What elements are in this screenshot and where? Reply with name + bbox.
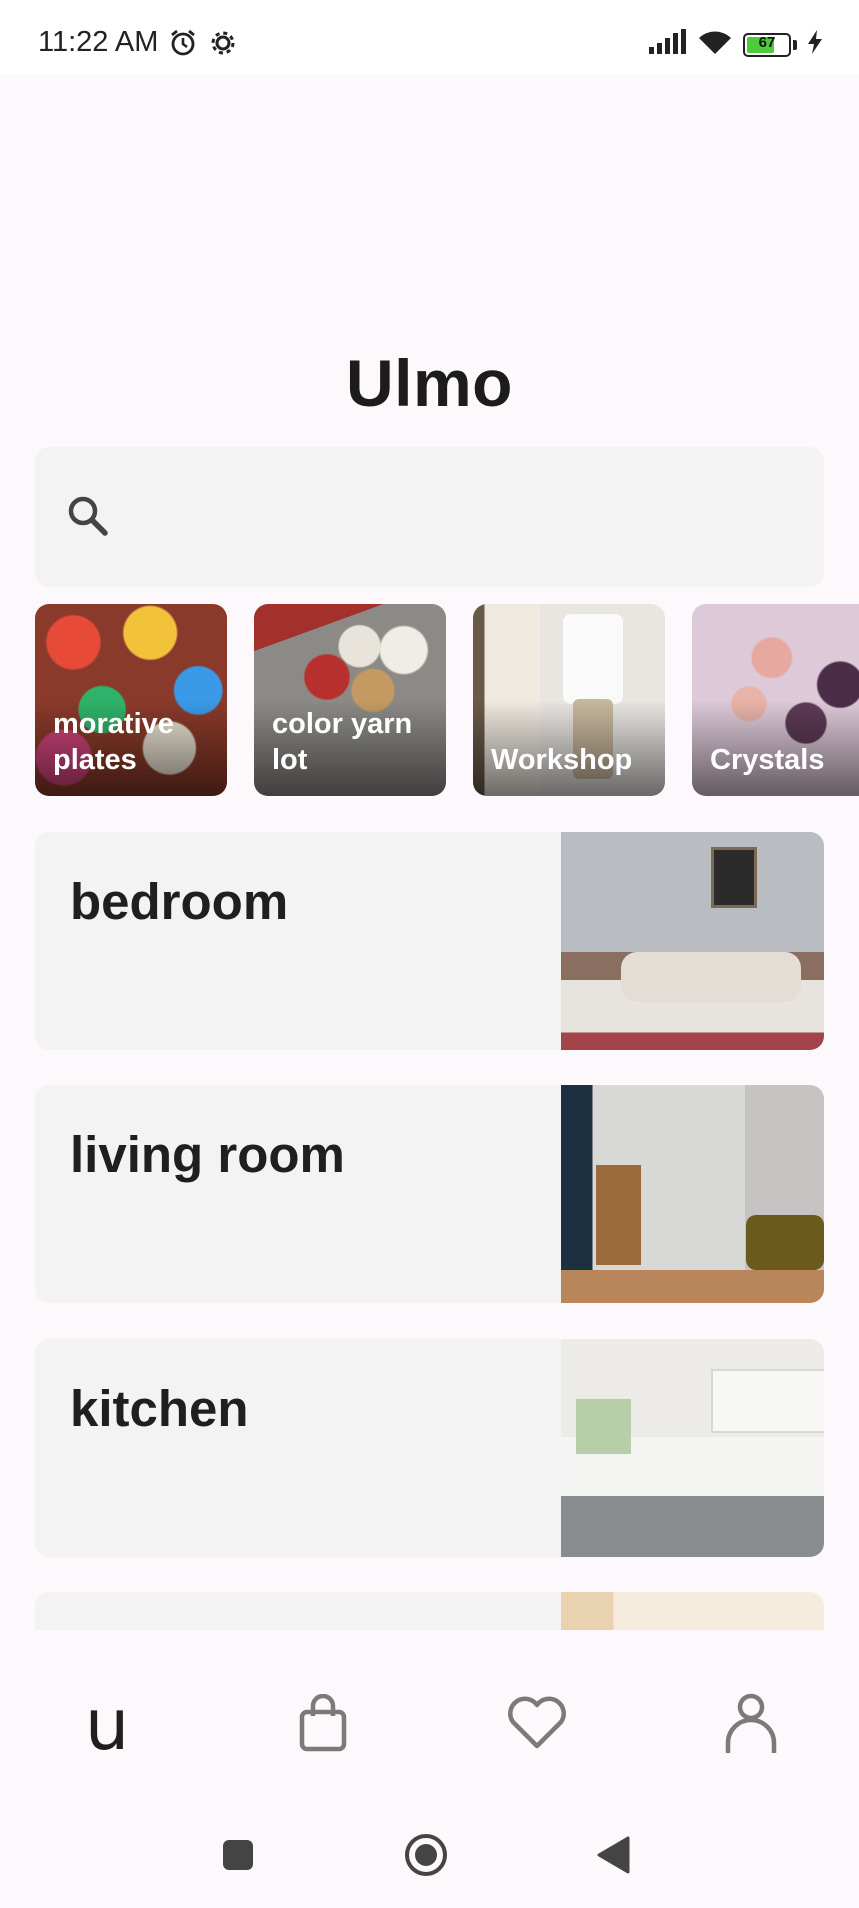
bottom-nav: u — [0, 1630, 859, 1800]
shopping-bag-icon — [298, 1693, 348, 1757]
search-input[interactable] — [35, 447, 824, 587]
heart-icon — [506, 1696, 568, 1755]
sofa — [746, 1215, 824, 1270]
category-label: morative plates — [53, 708, 174, 776]
room-photo — [561, 832, 824, 1050]
window — [576, 1399, 631, 1454]
room-title: kitchen — [70, 1380, 249, 1437]
room-card-bedroom[interactable]: bedroom — [35, 832, 824, 1050]
cabinet — [596, 1165, 641, 1265]
search-icon[interactable] — [65, 493, 111, 544]
recents-square-icon[interactable] — [222, 1839, 254, 1876]
person-icon — [724, 1691, 778, 1760]
signal-icon — [647, 29, 687, 60]
category-card[interactable]: morative plates — [35, 604, 227, 796]
alarm-icon — [168, 28, 198, 63]
nav-home-logo: u — [84, 1684, 130, 1766]
category-label: Crystals — [710, 744, 825, 776]
category-label: Workshop — [491, 744, 633, 776]
room-card-partial[interactable] — [35, 1592, 824, 1630]
battery-level: 67 — [758, 33, 776, 51]
mannequin-shape — [563, 614, 623, 704]
nav-home[interactable]: u — [67, 1685, 147, 1765]
back-triangle-icon[interactable] — [596, 1836, 630, 1879]
status-time: 11:22 AM — [38, 26, 159, 58]
category-label: color yarn lot — [272, 708, 413, 776]
charging-icon — [807, 30, 823, 59]
cabinets — [711, 1369, 824, 1433]
category-card[interactable]: Workshop — [473, 604, 665, 796]
room-title: living room — [70, 1126, 345, 1183]
wall-art — [711, 847, 757, 908]
nav-profile[interactable] — [711, 1685, 791, 1765]
floor — [561, 1270, 824, 1303]
room-photo — [561, 1339, 824, 1557]
room-photo — [561, 1085, 824, 1303]
status-bar: 11:22 AM 67 — [0, 0, 859, 74]
nav-favorites[interactable] — [497, 1685, 577, 1765]
category-card[interactable]: color yarn lot — [254, 604, 446, 796]
battery-cap — [793, 39, 797, 50]
room-card-living-room[interactable]: living room — [35, 1085, 824, 1303]
category-card[interactable]: Crystals — [692, 604, 859, 796]
room-card-kitchen[interactable]: kitchen — [35, 1339, 824, 1557]
wifi-icon — [697, 28, 733, 61]
room-photo — [561, 1592, 824, 1630]
app-title: Ulmo — [346, 346, 513, 420]
home-circle-icon[interactable] — [404, 1833, 448, 1882]
battery-icon: 67 — [743, 32, 791, 57]
room-title: bedroom — [70, 873, 289, 930]
system-nav-bar — [0, 1800, 859, 1908]
pillows — [621, 952, 801, 1002]
settings-gear-icon — [208, 28, 238, 63]
nav-bag[interactable] — [283, 1685, 363, 1765]
category-carousel[interactable]: morative plates color yarn lot Workshop … — [35, 604, 859, 798]
